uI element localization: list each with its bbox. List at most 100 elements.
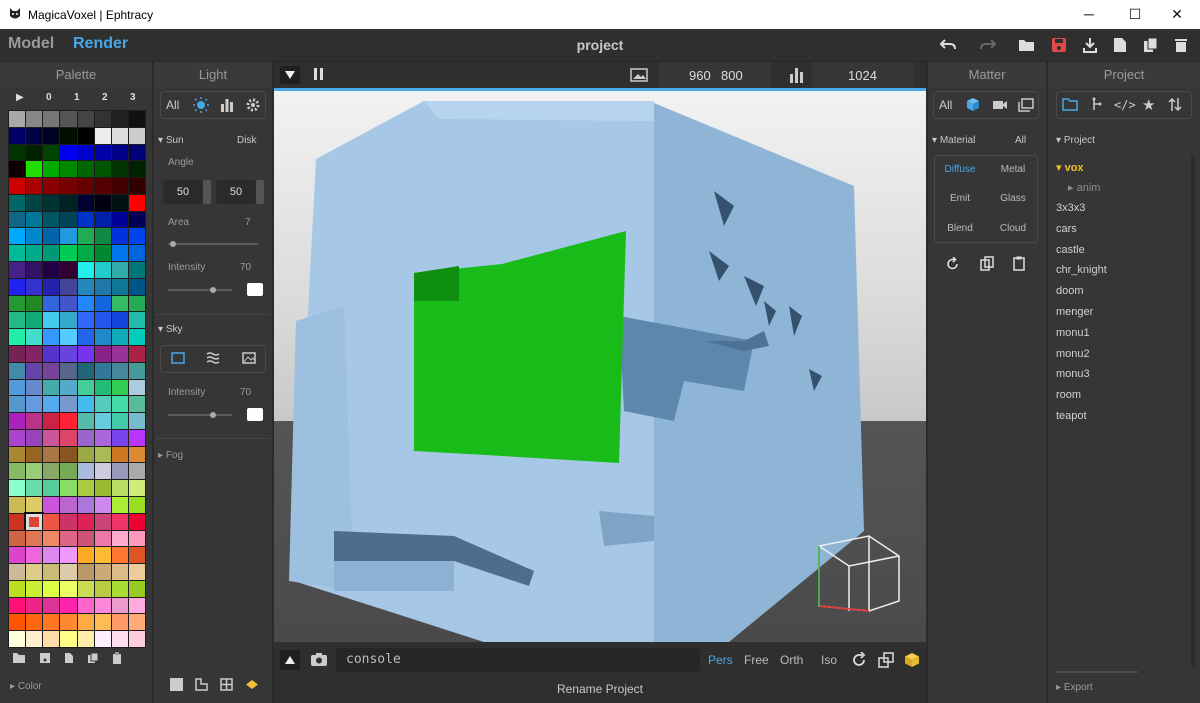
palette-color-cell[interactable]: [128, 547, 145, 564]
palette-color-cell[interactable]: [26, 530, 43, 547]
palette-color-cell[interactable]: [111, 429, 128, 446]
project-item[interactable]: teapot: [1056, 410, 1087, 422]
material-emit[interactable]: Emit: [935, 193, 985, 204]
palette-color-cell[interactable]: [43, 194, 60, 211]
palette-color-cell[interactable]: [43, 496, 60, 513]
samples-field[interactable]: 1024: [812, 62, 914, 88]
palette-color-cell[interactable]: [60, 597, 77, 614]
corner-icon[interactable]: [195, 678, 208, 691]
palette-color-cell[interactable]: [43, 580, 60, 597]
palette-color-cell[interactable]: [60, 463, 77, 480]
palette-color-cell[interactable]: [111, 194, 128, 211]
close-button[interactable]: ✕: [1154, 2, 1200, 26]
video-camera-icon[interactable]: [992, 99, 1008, 114]
redo-icon[interactable]: [978, 36, 998, 54]
palette-color-cell[interactable]: [26, 278, 43, 295]
palette-color-cell[interactable]: [77, 111, 94, 127]
view-iso[interactable]: Iso: [821, 653, 837, 667]
palette-color-cell[interactable]: [77, 597, 94, 614]
maximize-button[interactable]: ☐: [1112, 2, 1158, 26]
palette-color-cell[interactable]: [9, 329, 26, 345]
palette-page-1[interactable]: 1: [74, 92, 80, 103]
cube-icon[interactable]: [904, 652, 920, 671]
code-icon[interactable]: </>: [1114, 98, 1136, 112]
palette-color-cell[interactable]: [128, 379, 145, 396]
image-height[interactable]: 800: [721, 68, 743, 83]
square-icon[interactable]: [170, 678, 183, 691]
palette-color-cell[interactable]: [9, 295, 26, 312]
palette-color-cell[interactable]: [111, 111, 128, 127]
palette-color-cell[interactable]: [111, 262, 128, 278]
layer-icon[interactable]: [245, 678, 259, 691]
palette-color-cell[interactable]: [77, 127, 94, 144]
palette-color-cell[interactable]: [111, 178, 128, 194]
undo-icon[interactable]: [938, 36, 958, 54]
palette-color-cell[interactable]: [60, 312, 77, 329]
palette-color-cell[interactable]: [60, 631, 77, 647]
palette-color-cell[interactable]: [94, 295, 111, 312]
material-diffuse[interactable]: Diffuse: [935, 164, 985, 175]
palette-color-cell[interactable]: [26, 446, 43, 463]
view-free[interactable]: Free: [744, 653, 769, 667]
export-icon[interactable]: [1080, 36, 1100, 54]
paste-icon[interactable]: [1013, 256, 1025, 274]
palette-color-cell[interactable]: [43, 513, 60, 530]
palette-color-cell[interactable]: [94, 262, 111, 278]
palette-color-cell[interactable]: [9, 312, 26, 329]
palette-color-cell[interactable]: [43, 262, 60, 278]
palette-color-cell[interactable]: [26, 496, 43, 513]
palette-color-cell[interactable]: [128, 245, 145, 262]
palette-color-cell[interactable]: [128, 413, 145, 429]
palette-color-cell[interactable]: [77, 295, 94, 312]
palette-color-cell[interactable]: [77, 312, 94, 329]
palette-color-cell[interactable]: [26, 194, 43, 211]
palette-color-cell[interactable]: [60, 262, 77, 278]
palette-color-cell[interactable]: [111, 362, 128, 379]
frame-icon[interactable]: [878, 652, 894, 671]
color-section[interactable]: ▸ Color: [10, 681, 42, 692]
sky-image-icon[interactable]: [242, 352, 256, 367]
palette-color-cell[interactable]: [60, 278, 77, 295]
palette-color-cell[interactable]: [43, 463, 60, 480]
palette-color-cell[interactable]: [94, 480, 111, 496]
palette-color-cell[interactable]: [128, 211, 145, 228]
angle1-input[interactable]: 50: [163, 180, 203, 204]
palette-color-cell[interactable]: [26, 262, 43, 278]
project-folder-vox[interactable]: ▾ vox: [1056, 161, 1084, 174]
palette-color-cell[interactable]: [94, 429, 111, 446]
palette-color-cell[interactable]: [60, 513, 77, 530]
palette-color-cell[interactable]: [9, 496, 26, 513]
palette-color-cell[interactable]: [94, 245, 111, 262]
area-slider[interactable]: [168, 241, 258, 247]
project-item[interactable]: castle: [1056, 244, 1085, 256]
project-item[interactable]: 3x3x3: [1056, 202, 1085, 214]
palette-color-cell[interactable]: [94, 631, 111, 647]
palette-color-cell[interactable]: [94, 496, 111, 513]
palette-color-cell[interactable]: [128, 312, 145, 329]
palette-color-cell[interactable]: [77, 463, 94, 480]
area-value[interactable]: 7: [245, 217, 251, 228]
palette-color-cell[interactable]: [111, 329, 128, 345]
palette-color-cell[interactable]: [43, 278, 60, 295]
samples-chart-icon[interactable]: [789, 67, 805, 86]
palette-color-cell[interactable]: [77, 194, 94, 211]
palette-color-cell[interactable]: [60, 496, 77, 513]
chart-icon[interactable]: [220, 98, 234, 115]
palette-color-cell[interactable]: [43, 597, 60, 614]
palette-color-cell[interactable]: [94, 312, 111, 329]
palette-grid[interactable]: [8, 110, 146, 648]
fog-section[interactable]: ▸ Fog: [158, 450, 183, 461]
palette-color-cell[interactable]: [77, 278, 94, 295]
palette-color-cell[interactable]: [111, 513, 128, 530]
project-item[interactable]: chr_knight: [1056, 264, 1107, 276]
palette-color-cell[interactable]: [9, 580, 26, 597]
image-size-icon[interactable]: [630, 68, 648, 85]
palette-color-cell[interactable]: [60, 379, 77, 396]
palette-color-cell[interactable]: [94, 513, 111, 530]
palette-color-cell[interactable]: [94, 580, 111, 597]
sun-icon[interactable]: [193, 97, 209, 116]
project-item[interactable]: monu2: [1056, 348, 1090, 360]
palette-color-cell[interactable]: [26, 228, 43, 245]
palette-color-cell[interactable]: [77, 480, 94, 496]
material-filter-all[interactable]: All: [1015, 135, 1026, 146]
